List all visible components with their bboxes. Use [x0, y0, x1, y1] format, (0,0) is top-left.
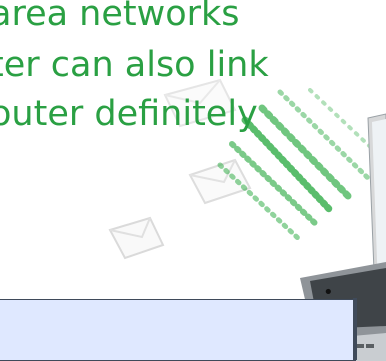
text-line-3: outer definitely [0, 94, 258, 134]
envelope-icon [108, 216, 165, 260]
text-box-edge [353, 298, 357, 360]
text-line-2: ter can also link [0, 45, 269, 85]
text-line-1: area networks [0, 0, 240, 34]
presentation-slide: area networks ter can also link outer de… [0, 0, 386, 361]
bottom-text-box[interactable] [0, 298, 357, 361]
